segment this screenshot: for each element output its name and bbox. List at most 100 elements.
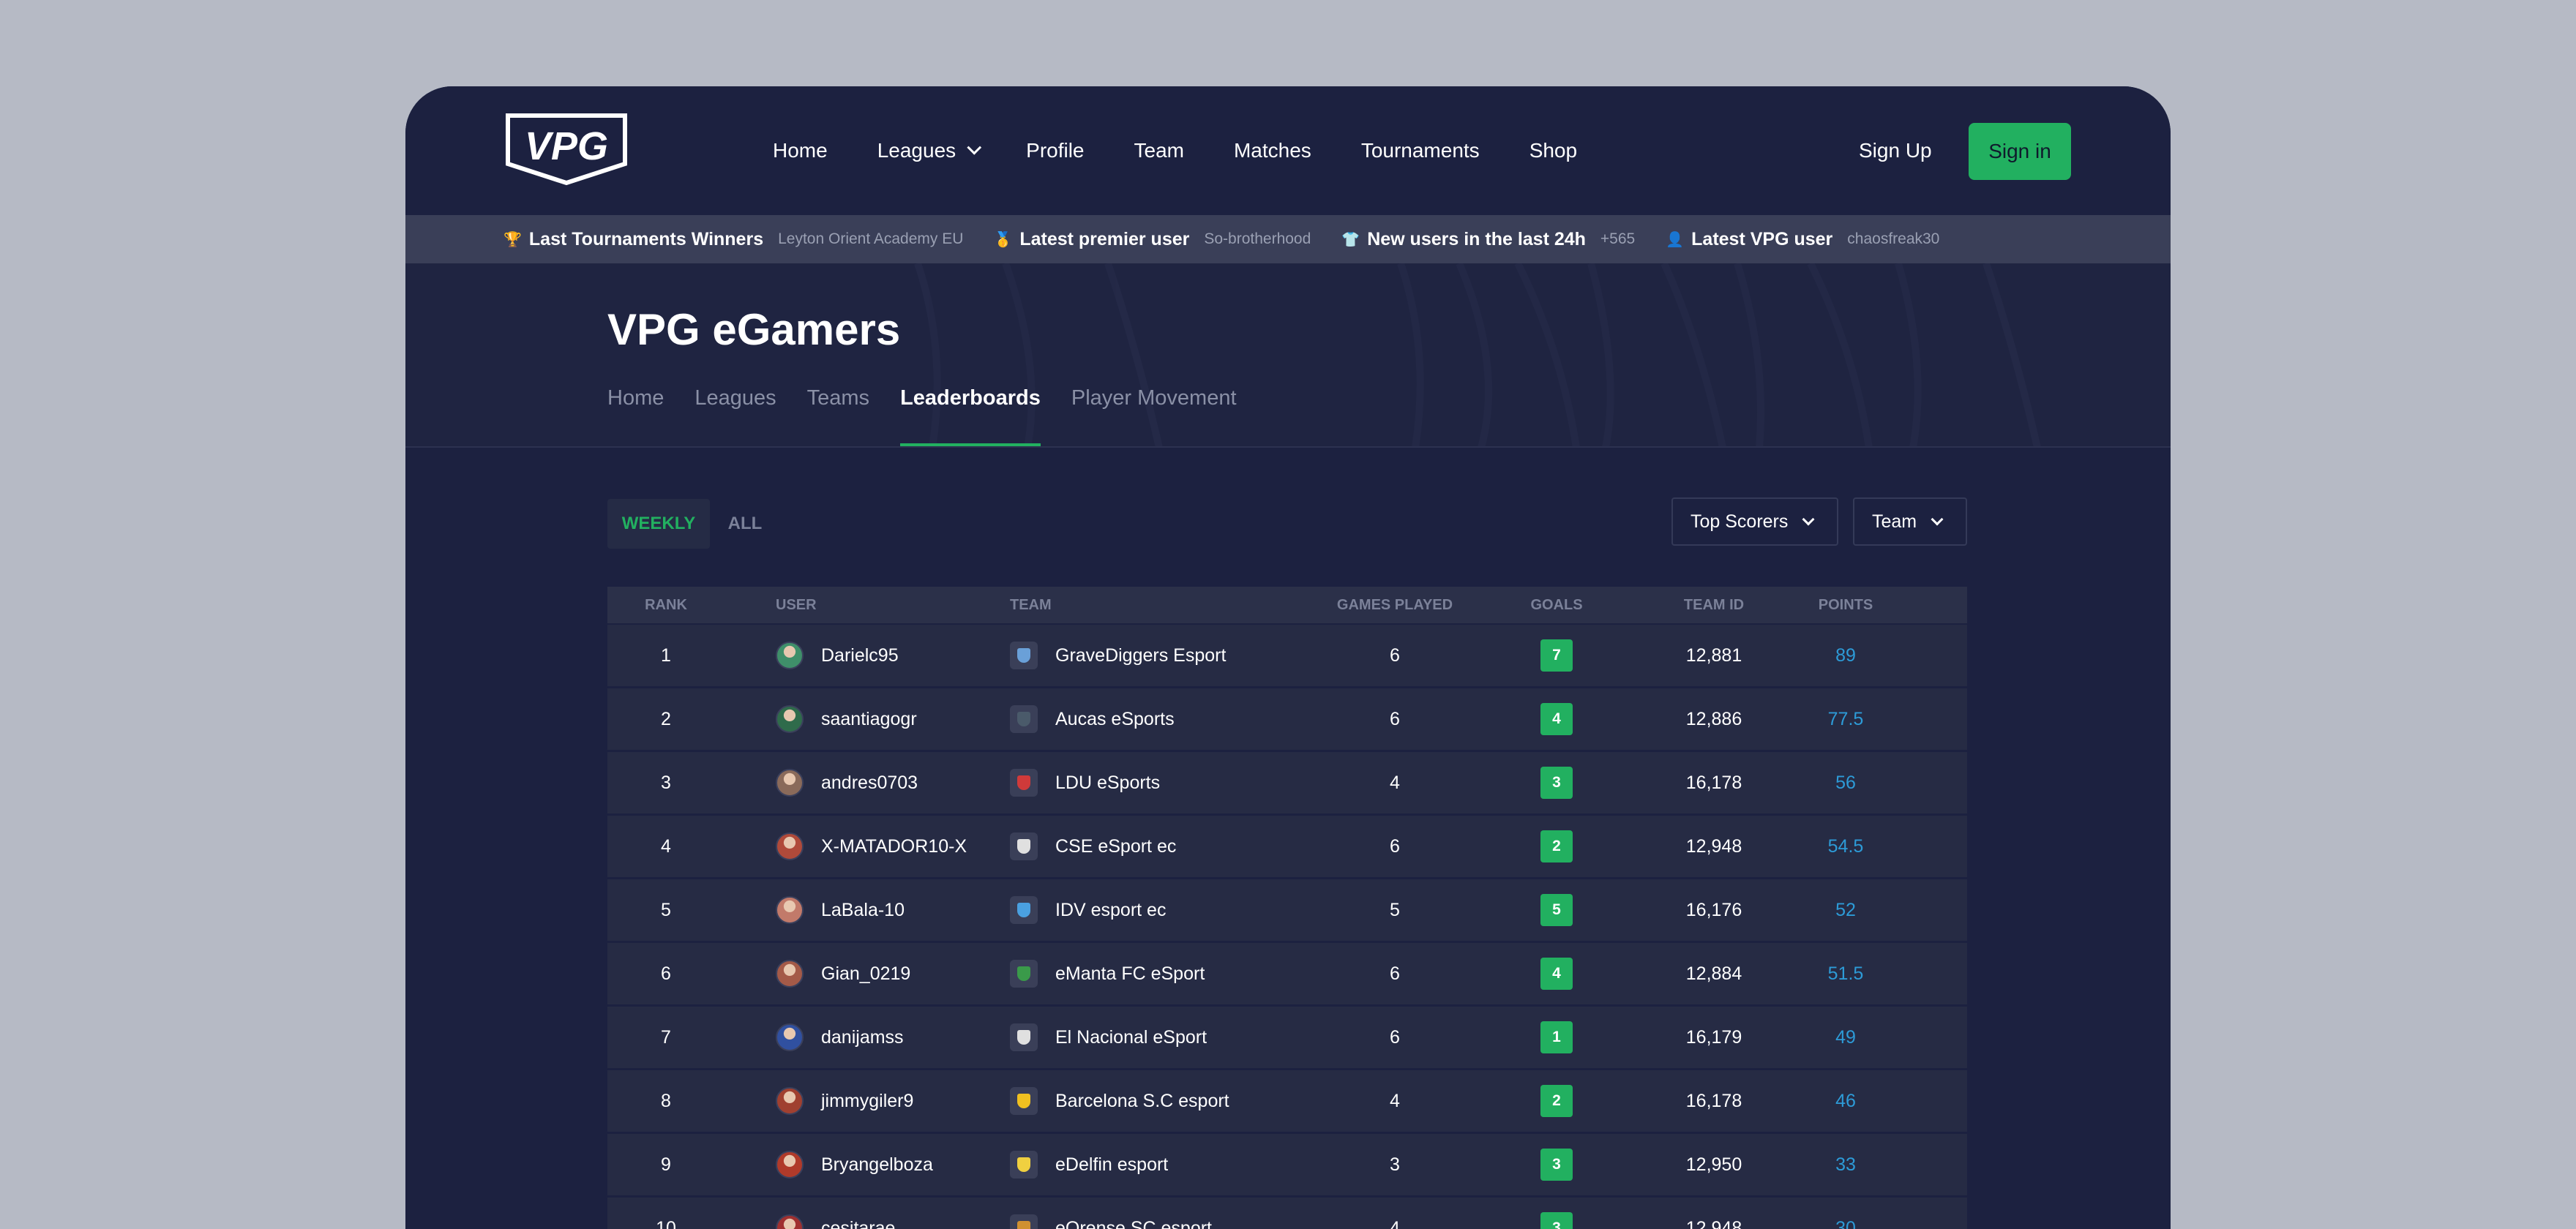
ticker-item-tournament-winners[interactable]: 🏆 Last Tournaments Winners Leyton Orient… [503,229,963,250]
games-played-cell: 6 [1390,708,1400,729]
team-cell[interactable]: LDU eSports [1010,769,1295,797]
nav-matches[interactable]: Matches [1234,139,1311,162]
team-cell[interactable]: Barcelona S.C esport [1010,1087,1295,1115]
table-row[interactable]: 1 Darielc95 GraveDiggers Esport 6 7 12,881 89 [607,625,1967,686]
team-cell[interactable]: eOrense SC esport [1010,1214,1295,1229]
ticker-item-latest-user[interactable]: 👤 Latest VPG user chaosfreak30 [1666,229,1939,250]
table-row[interactable]: 5 LaBala-10 IDV esport ec 5 5 16,176 52 [607,879,1967,941]
team-name: El Nacional eSport [1055,1026,1208,1048]
sign-up-link[interactable]: Sign Up [1859,138,1932,164]
points-cell: 89 [1835,644,1856,666]
goals-badge: 7 [1540,639,1573,672]
all-toggle[interactable]: ALL [710,499,780,549]
goals-badge: 5 [1540,894,1573,926]
games-played-cell: 6 [1390,963,1400,984]
nav-home[interactable]: Home [773,139,828,162]
points-cell: 30 [1835,1217,1856,1229]
medal-icon: 🥇 [994,231,1013,248]
team-cell[interactable]: eManta FC eSport [1010,960,1295,988]
goals-badge: 4 [1540,703,1573,735]
scope-dropdown[interactable]: Team [1853,497,1967,546]
table-row[interactable]: 10 cesitarae eOrense SC esport 4 3 12,948 30 [607,1198,1967,1229]
page-title: VPG eGamers [607,305,901,354]
username: Bryangelboza [821,1154,933,1175]
ticker-item-new-users[interactable]: 👕 New users in the last 24h +565 [1341,229,1635,250]
sign-in-button[interactable]: Sign in [1969,123,2071,180]
team-cell[interactable]: IDV esport ec [1010,896,1295,924]
header-team[interactable]: TEAM [1010,597,1295,614]
table-row[interactable]: 9 Bryangelboza eDelfin esport 3 3 12,950 33 [607,1134,1967,1195]
vpg-logo[interactable]: VPG [505,113,628,186]
period-toggle: WEEKLY ALL [607,499,780,549]
tab-leaderboards[interactable]: Leaderboards [900,386,1041,446]
avatar [776,769,804,797]
team-crest-icon [1010,705,1038,733]
username: cesitarae [821,1217,896,1229]
rank-cell: 9 [661,1154,671,1175]
nav-tournaments[interactable]: Tournaments [1361,139,1480,162]
user-cell[interactable]: jimmygiler9 [724,1087,1010,1115]
team-cell[interactable]: El Nacional eSport [1010,1023,1295,1051]
team-name: CSE eSport ec [1055,835,1177,857]
header-points[interactable]: POINTS [1809,597,1882,614]
team-id-cell: 12,881 [1685,644,1742,666]
table-row[interactable]: 6 Gian_0219 eManta FC eSport 6 4 12,884 51.5 [607,943,1967,1004]
news-ticker: 🏆 Last Tournaments Winners Leyton Orient… [405,215,2171,263]
games-played-cell: 6 [1390,644,1400,666]
weekly-toggle[interactable]: WEEKLY [607,499,710,549]
tab-leagues[interactable]: Leagues [694,386,776,446]
table-row[interactable]: 4 X-MATADOR10-X CSE eSport ec 6 2 12,948 54.5 [607,816,1967,877]
category-dropdown[interactable]: Top Scorers [1671,497,1838,546]
user-cell[interactable]: Gian_0219 [724,960,1010,988]
goals-badge: 4 [1540,958,1573,990]
team-cell[interactable]: Aucas eSports [1010,705,1295,733]
table-row[interactable]: 2 saantiagogr Aucas eSports 6 4 12,886 77.5 [607,688,1967,750]
games-played-cell: 4 [1390,1217,1400,1229]
tab-teams[interactable]: Teams [807,386,869,446]
avatar [776,960,804,988]
goals-badge: 1 [1540,1021,1573,1053]
avatar [776,642,804,669]
team-crest-icon [1010,896,1038,924]
user-cell[interactable]: cesitarae [724,1214,1010,1229]
table-row[interactable]: 7 danijamss El Nacional eSport 6 1 16,179 49 [607,1007,1967,1068]
games-played-cell: 6 [1390,835,1400,857]
team-crest-icon [1010,1023,1038,1051]
nav-team[interactable]: Team [1134,139,1184,162]
points-cell: 49 [1835,1026,1856,1048]
team-name: LDU eSports [1055,772,1161,793]
user-cell[interactable]: danijamss [724,1023,1010,1051]
user-icon: 👤 [1666,231,1685,248]
team-cell[interactable]: CSE eSport ec [1010,833,1295,860]
header-team-id[interactable]: TEAM ID [1619,597,1809,614]
header-games-played[interactable]: GAMES PLAYED [1295,597,1494,614]
nav-leagues[interactable]: Leagues [877,139,982,162]
header-rank[interactable]: RANK [607,597,724,614]
user-cell[interactable]: LaBala-10 [724,896,1010,924]
user-cell[interactable]: andres0703 [724,769,1010,797]
ticker-item-premier-user[interactable]: 🥇 Latest premier user So-brotherhood [994,229,1311,250]
user-cell[interactable]: X-MATADOR10-X [724,833,1010,860]
logo-text: VPG [525,124,608,168]
user-cell[interactable]: Darielc95 [724,642,1010,669]
avatar [776,1087,804,1115]
user-cell[interactable]: saantiagogr [724,705,1010,733]
nav-shop[interactable]: Shop [1530,139,1577,162]
team-cell[interactable]: eDelfin esport [1010,1151,1295,1179]
table-row[interactable]: 8 jimmygiler9 Barcelona S.C esport 4 2 16,178… [607,1070,1967,1132]
tab-home[interactable]: Home [607,386,664,446]
header-user[interactable]: USER [724,597,1010,614]
team-id-cell: 16,178 [1685,772,1742,793]
header-goals[interactable]: GOALS [1494,597,1619,614]
tab-player-movement[interactable]: Player Movement [1071,386,1237,446]
main-nav: Home Leagues Profile Team Matches Tourna… [773,86,1627,215]
goals-badge: 3 [1540,1149,1573,1181]
goals-cell: 7 [1494,639,1619,672]
team-crest-icon [1010,1151,1038,1179]
team-cell[interactable]: GraveDiggers Esport [1010,642,1295,669]
user-cell[interactable]: Bryangelboza [724,1151,1010,1179]
team-id-cell: 12,950 [1685,1154,1742,1175]
username: X-MATADOR10-X [821,835,967,857]
table-row[interactable]: 3 andres0703 LDU eSports 4 3 16,178 56 [607,752,1967,813]
nav-profile[interactable]: Profile [1026,139,1084,162]
